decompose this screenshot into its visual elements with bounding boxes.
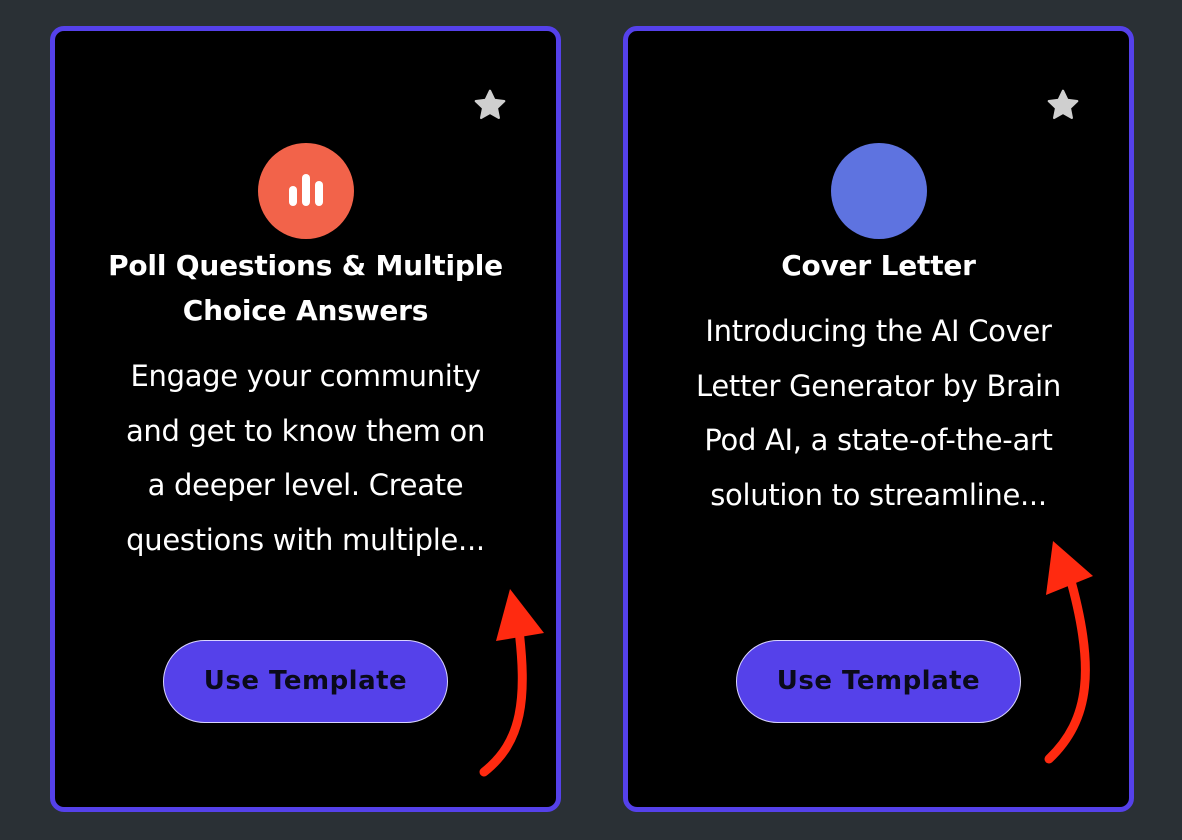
template-card-poll-questions[interactable]: Poll Questions & Multiple Choice Answers…	[50, 26, 561, 812]
bar-chart-icon	[288, 174, 323, 206]
template-card-cover-letter[interactable]: Cover Letter Introducing the AI Cover Le…	[623, 26, 1134, 812]
use-template-button[interactable]: Use Template	[736, 640, 1021, 723]
card-description: Engage your community and get to know th…	[125, 359, 486, 557]
card-title: Cover Letter	[781, 249, 976, 282]
star-icon[interactable]	[472, 87, 508, 123]
star-icon[interactable]	[1045, 87, 1081, 123]
blue-circle-icon	[830, 143, 927, 239]
poll-icon-circle	[257, 143, 354, 239]
use-template-button[interactable]: Use Template	[163, 640, 448, 723]
card-title: Poll Questions & Multiple Choice Answers	[108, 249, 503, 327]
card-description: Introducing the AI Cover Letter Generato…	[695, 314, 1061, 512]
